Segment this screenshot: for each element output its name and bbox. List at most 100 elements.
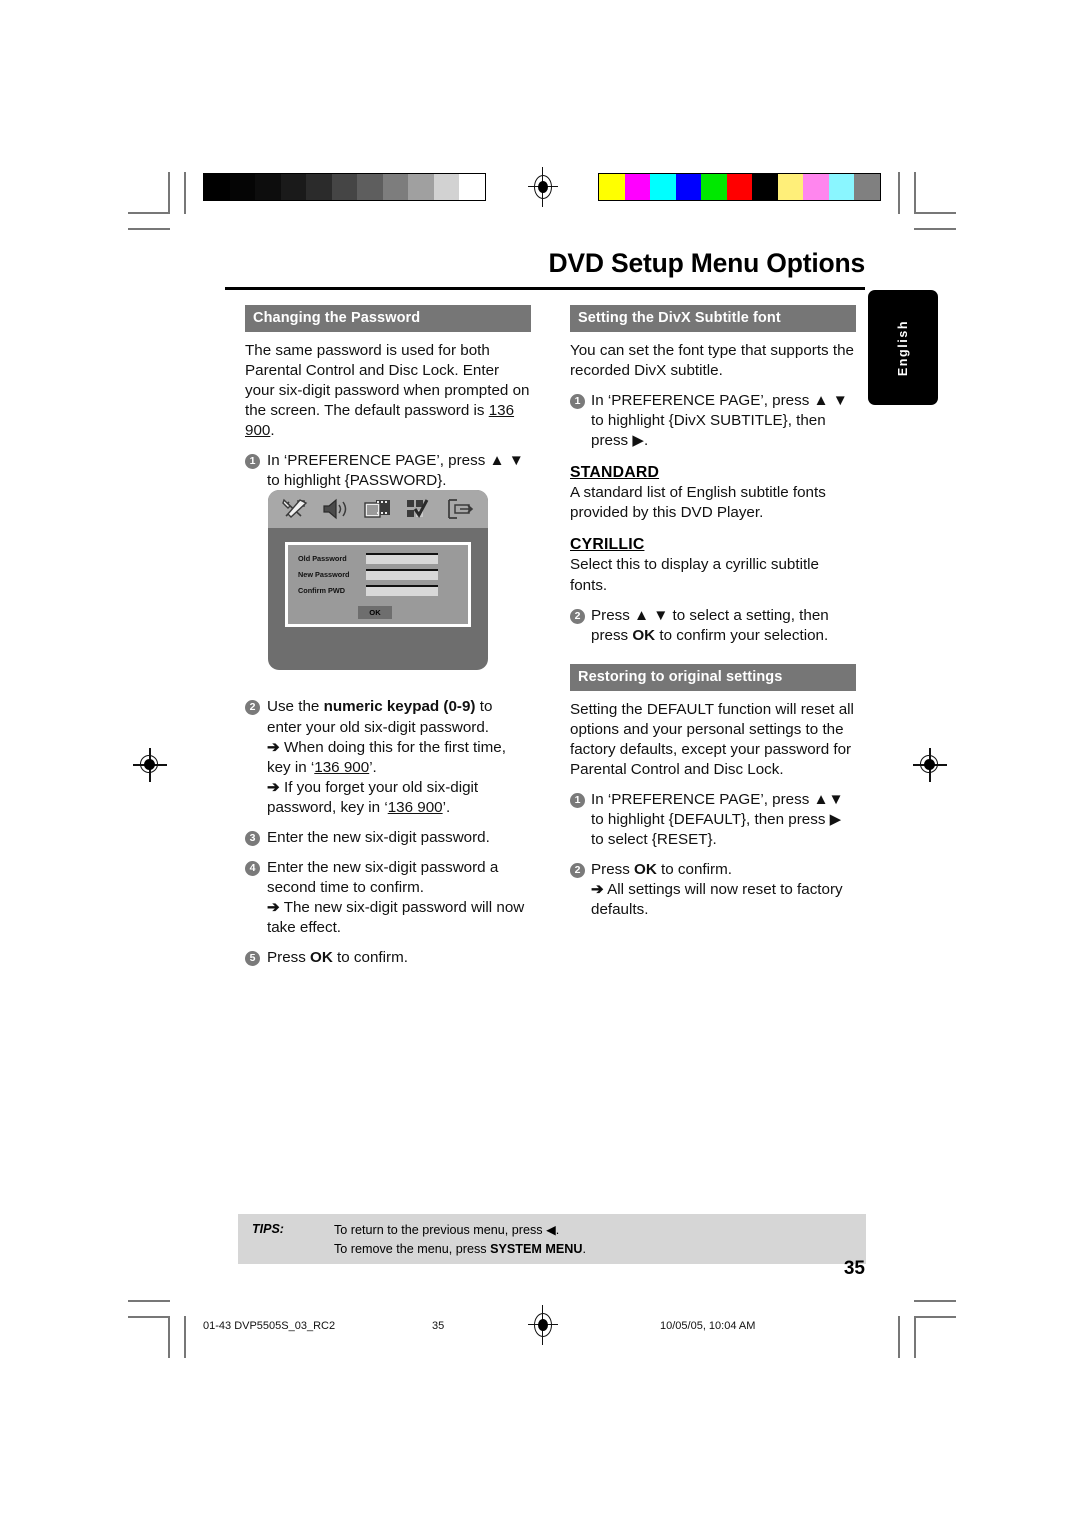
- footer-filename: 01-43 DVP5505S_03_RC2: [203, 1320, 336, 1332]
- step-number: 2: [570, 863, 585, 879]
- arrow-icon: ➔: [591, 881, 604, 899]
- tips-line-1: To return to the previous menu, press ◀.: [334, 1223, 560, 1237]
- step-number: 2: [570, 608, 585, 624]
- osd-label: Confirm PWD: [298, 586, 346, 595]
- step-text: Enter the new six-digit password.: [267, 828, 490, 846]
- page-title: DVD Setup Menu Options: [548, 248, 865, 278]
- ok-key-emphasis: OK: [632, 626, 656, 644]
- step-4: 4 Enter the new six-digit password a sec…: [245, 858, 531, 938]
- color-swatch-7: [777, 174, 804, 200]
- arrow-icon: ➔: [267, 778, 280, 796]
- step-number: 1: [245, 454, 260, 470]
- registration-mark-top-center: [528, 167, 558, 207]
- intro-paragraph: The same password is used for both Paren…: [245, 341, 531, 441]
- gray-swatch-0: [204, 174, 230, 200]
- gray-swatch-9: [433, 174, 460, 200]
- crop-mark-bottom-right: [896, 1300, 956, 1358]
- tips-label: TIPS:: [252, 1222, 284, 1236]
- osd-row-old-password: Old Password: [298, 553, 458, 564]
- tips-line-2: To remove the menu, press SYSTEM MENU.: [334, 1240, 586, 1259]
- exit-icon: [445, 497, 475, 521]
- color-swatch-3: [675, 174, 702, 200]
- footer-page: 35: [432, 1320, 445, 1332]
- subnote1-b: ’.: [369, 758, 377, 776]
- tips-line2-a: To remove the menu, press: [334, 1241, 491, 1256]
- intro-end: .: [270, 422, 275, 440]
- crop-mark-top-right: [896, 172, 956, 230]
- system-menu-emphasis: SYSTEM MENU: [490, 1241, 583, 1256]
- step-number: 4: [245, 860, 260, 876]
- divx-step-1: 1 In ‘PREFERENCE PAGE’, press ▲ ▼ to hig…: [570, 391, 856, 451]
- step5-a: Press: [267, 949, 311, 967]
- gray-swatch-3: [280, 174, 307, 200]
- step-text: In ‘PREFERENCE PAGE’, press ▲▼ to highli…: [591, 790, 844, 849]
- step-number: 1: [570, 394, 585, 410]
- osd-row-confirm-pwd: Confirm PWD: [298, 585, 458, 596]
- step-2-subnote-2: ➔ If you forget your old six-digit passw…: [267, 778, 531, 818]
- osd-row-new-password: New Password: [298, 569, 458, 580]
- color-swatch-0: [599, 174, 625, 200]
- ok-key-emphasis: OK: [310, 949, 333, 967]
- osd-menu-bar: [268, 490, 488, 528]
- gray-swatch-6: [357, 174, 383, 200]
- color-swatch-6: [752, 174, 778, 200]
- password-value: 136 900: [387, 798, 443, 816]
- gray-swatch-2: [255, 174, 281, 200]
- step-text: Press ▲ ▼ to select a setting, then pres…: [591, 607, 829, 644]
- arrow-icon: ➔: [267, 738, 280, 756]
- restore-step-2: 2 Press OK to confirm. ➔ All settings wi…: [570, 860, 856, 920]
- intro-text: The same password is used for both Paren…: [245, 342, 530, 420]
- video-icon: [363, 497, 393, 521]
- gray-swatch-8: [408, 174, 434, 200]
- step-2-subnote-1: ➔ When doing this for the first time, ke…: [267, 738, 531, 778]
- step-4-subnote: ➔ The new six-digit password will now ta…: [267, 898, 531, 938]
- subheading-standard: STANDARD: [570, 464, 660, 482]
- tips-content: To return to the previous menu, press ◀.…: [334, 1221, 586, 1259]
- divx-step2-c: to confirm your selection.: [655, 626, 829, 644]
- step5-c: to confirm.: [332, 949, 408, 967]
- old-password-field[interactable]: [366, 553, 438, 564]
- section-heading-divx-subtitle: Setting the DivX Subtitle font: [570, 305, 856, 332]
- registration-mark-right: [913, 748, 947, 782]
- color-swatch-2: [650, 174, 676, 200]
- subnote2-b: ’.: [442, 798, 451, 816]
- cyrillic-description: Select this to display a cyrillic subtit…: [570, 556, 820, 594]
- title-divider: [225, 287, 865, 290]
- language-tab-label: English: [896, 319, 910, 376]
- grayscale-step-wedge: [203, 173, 486, 201]
- step-5: 5 Press OK to confirm.: [245, 948, 531, 968]
- gray-swatch-7: [382, 174, 409, 200]
- color-swatch-10: [854, 174, 880, 200]
- step2-part-a: Use the: [267, 698, 324, 716]
- crop-mark-bottom-left: [128, 1300, 188, 1358]
- tips-box: TIPS: To return to the previous menu, pr…: [238, 1214, 866, 1264]
- new-password-field[interactable]: [366, 569, 438, 580]
- divx-step-2: 2 Press ▲ ▼ to select a setting, then pr…: [570, 606, 856, 646]
- gray-swatch-5: [331, 174, 358, 200]
- step-2: 2 Use the numeric keypad (0-9) to enter …: [245, 697, 531, 817]
- restore-step-1: 1 In ‘PREFERENCE PAGE’, press ▲▼ to high…: [570, 790, 856, 850]
- color-swatch-8: [803, 174, 829, 200]
- tips-line2-c: .: [582, 1241, 586, 1256]
- step-text: Press OK to confirm.: [591, 861, 732, 878]
- osd-ok-button[interactable]: OK: [358, 606, 392, 619]
- step-text: Enter the new six-digit password a secon…: [267, 858, 499, 896]
- footer-timestamp: 10/05/05, 10:04 AM: [660, 1320, 756, 1332]
- right-column: Setting the DivX Subtitle font You can s…: [570, 305, 856, 920]
- gray-swatch-1: [229, 174, 256, 200]
- confirm-password-field[interactable]: [366, 585, 438, 596]
- ok-key-emphasis: OK: [634, 861, 657, 879]
- osd-password-panel: Old Password New Password Confirm PWD OK: [285, 542, 471, 627]
- step-text: Use the numeric keypad (0-9) to enter yo…: [267, 698, 492, 735]
- tools-icon: [281, 497, 311, 521]
- language-tab: English: [868, 290, 938, 405]
- color-swatch-9: [828, 174, 855, 200]
- preference-icon: [404, 497, 434, 521]
- speaker-icon: [322, 497, 352, 521]
- section-heading-changing-password: Changing the Password: [245, 305, 531, 332]
- step-number: 5: [245, 951, 260, 967]
- step-number: 2: [245, 700, 260, 716]
- divx-intro-paragraph: You can set the font type that supports …: [570, 342, 854, 380]
- color-bar-strip: [598, 173, 881, 201]
- step-text: In ‘PREFERENCE PAGE’, press ▲ ▼ to highl…: [591, 392, 848, 450]
